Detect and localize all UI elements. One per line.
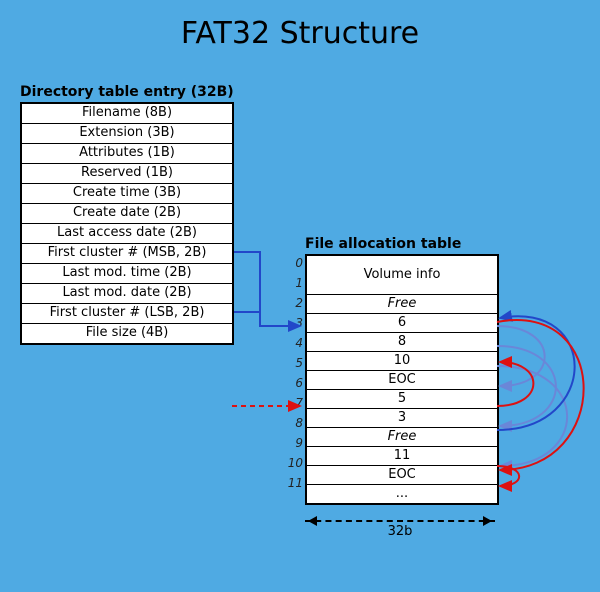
- fat-index: 2: [287, 296, 303, 310]
- dir-field: Last mod. date (2B): [22, 283, 232, 303]
- fat-row: 3: [307, 408, 497, 427]
- directory-fields: Filename (8B) Extension (3B) Attributes …: [20, 102, 234, 345]
- directory-table: Directory table entry (32B) Filename (8B…: [20, 84, 234, 345]
- dir-field: Reserved (1B): [22, 163, 232, 183]
- fat-index: 4: [287, 336, 303, 350]
- arrow-blue-5-10: [497, 366, 567, 466]
- fat-index: 0: [287, 256, 303, 270]
- fat-width-indicator: 32b: [305, 520, 495, 539]
- fat-width-label: 32b: [305, 524, 495, 539]
- fat-index: 5: [287, 356, 303, 370]
- fat-row: 11: [307, 446, 497, 465]
- fat-row: 8: [307, 332, 497, 351]
- fat-index: 6: [287, 376, 303, 390]
- fat-index: 7: [287, 396, 303, 410]
- fat-row: EOC: [307, 370, 497, 389]
- dir-field: File size (4B): [22, 323, 232, 343]
- fat-index: 9: [287, 436, 303, 450]
- fat-row: 6: [307, 313, 497, 332]
- fat-index: 11: [287, 476, 303, 490]
- fat-row: 5: [307, 389, 497, 408]
- fat-index: 8: [287, 416, 303, 430]
- fat-index: 1: [287, 276, 303, 290]
- fat-row-more: ...: [307, 484, 497, 503]
- dir-field-first-cluster-msb: First cluster # (MSB, 2B): [22, 243, 232, 263]
- arrow-red-10-11: [497, 466, 519, 486]
- arrow-blue-8-3: [497, 316, 575, 430]
- dir-field: Filename (8B): [22, 104, 232, 123]
- fat-row: Free: [307, 427, 497, 446]
- dir-field-first-cluster-lsb: First cluster # (LSB, 2B): [22, 303, 232, 323]
- fat-table: File allocation table 0 1 2 3 4 5 6 7 8 …: [281, 236, 495, 505]
- fat-entries: Volume info Free 6 8 10 EOC 5 3 Free 11 …: [305, 254, 499, 505]
- arrow-blue-4-8: [497, 346, 556, 426]
- fat-row-volume-info: Volume info: [307, 256, 497, 294]
- dir-field: Last access date (2B): [22, 223, 232, 243]
- fat-row: Free: [307, 294, 497, 313]
- dir-field: Create date (2B): [22, 203, 232, 223]
- page-title: FAT32 Structure: [0, 16, 600, 51]
- fat-row: EOC: [307, 465, 497, 484]
- fat-row: 10: [307, 351, 497, 370]
- directory-heading: Directory table entry (32B): [20, 84, 234, 100]
- arrow-red-7-5: [497, 362, 533, 406]
- dir-field: Create time (3B): [22, 183, 232, 203]
- fat-heading: File allocation table: [281, 236, 495, 252]
- dir-field: Extension (3B): [22, 123, 232, 143]
- arrow-red-3-10: [497, 320, 584, 470]
- dir-field: Attributes (1B): [22, 143, 232, 163]
- fat-index: 10: [287, 456, 303, 470]
- width-arrow-icon: [305, 520, 495, 522]
- fat-index: 3: [287, 316, 303, 330]
- dir-field: Last mod. time (2B): [22, 263, 232, 283]
- arrow-blue-3-6: [497, 326, 545, 386]
